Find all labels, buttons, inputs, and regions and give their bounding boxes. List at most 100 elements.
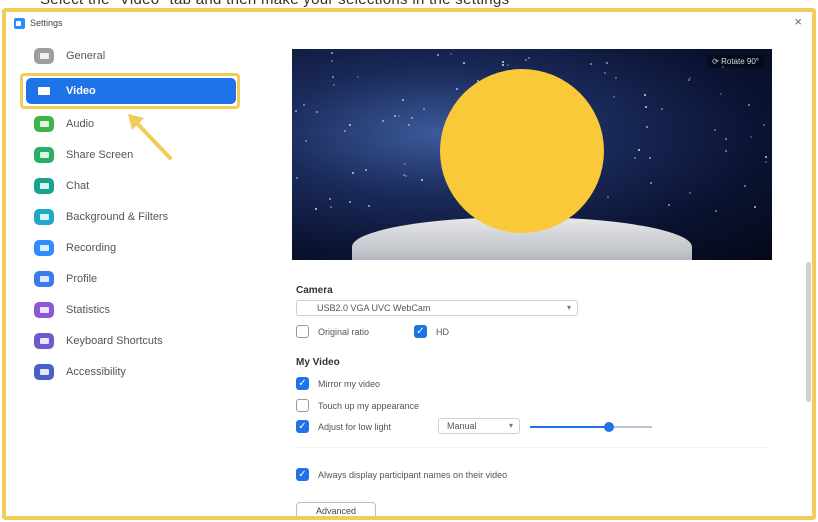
preview-star bbox=[613, 96, 615, 98]
mirror-video-checkbox[interactable] bbox=[296, 377, 309, 390]
preview-star bbox=[725, 150, 727, 152]
hd-checkbox[interactable] bbox=[414, 325, 427, 338]
preview-star bbox=[368, 205, 370, 207]
video-preview: ⟳ Rotate 90° bbox=[292, 49, 772, 260]
rotate-90-button[interactable]: ⟳ Rotate 90° bbox=[707, 55, 764, 68]
sidebar-item-profile[interactable]: Profile bbox=[26, 266, 236, 292]
low-light-slider[interactable] bbox=[530, 422, 652, 432]
original-ratio-label: Original ratio bbox=[318, 326, 370, 337]
recording-icon bbox=[34, 240, 54, 256]
preview-star bbox=[644, 94, 646, 96]
settings-window: Settings × General Video Audio Share Screen… bbox=[2, 8, 816, 520]
sidebar-item-keyboard-shortcuts[interactable]: Keyboard Shortcuts bbox=[26, 328, 236, 354]
low-light-slider-thumb[interactable] bbox=[604, 422, 615, 432]
preview-star bbox=[344, 130, 346, 132]
preview-star bbox=[423, 108, 425, 110]
preview-star bbox=[463, 62, 465, 64]
low-light-mode-select[interactable]: Manual ▾ bbox=[438, 418, 520, 434]
preview-star bbox=[315, 208, 317, 210]
low-light-checkbox[interactable] bbox=[296, 420, 309, 433]
original-ratio-option: Original ratio bbox=[296, 325, 369, 338]
video-settings-panel: ⟳ Rotate 90° Camera USB2.0 VGA UVC WebCa… bbox=[254, 34, 804, 516]
sidebar-item-video[interactable]: Video bbox=[26, 78, 236, 104]
preview-star bbox=[437, 54, 439, 56]
preview-star bbox=[349, 124, 351, 126]
preview-star bbox=[754, 206, 756, 208]
preview-star bbox=[763, 124, 765, 126]
mirror-option: Mirror my video bbox=[296, 377, 380, 390]
sidebar-item-recording[interactable]: Recording bbox=[26, 235, 236, 261]
preview-star bbox=[394, 115, 396, 117]
preview-star bbox=[714, 129, 716, 131]
preview-star bbox=[295, 110, 297, 112]
sidebar-item-label: Video bbox=[66, 85, 96, 97]
always-display-names-checkbox[interactable] bbox=[296, 468, 309, 481]
preview-star bbox=[765, 156, 767, 158]
preview-star bbox=[357, 76, 359, 78]
preview-star bbox=[748, 104, 750, 106]
video-camera-icon bbox=[34, 83, 54, 99]
face-redaction-circle bbox=[440, 69, 604, 233]
preview-star bbox=[750, 136, 752, 138]
preview-star bbox=[333, 84, 335, 86]
sidebar-item-statistics[interactable]: Statistics bbox=[26, 297, 236, 323]
preview-star bbox=[604, 72, 606, 74]
sidebar-item-background-filters[interactable]: Background & Filters bbox=[26, 204, 236, 230]
preview-star bbox=[352, 172, 354, 174]
preview-star bbox=[456, 88, 458, 90]
sidebar-item-accessibility[interactable]: Accessibility bbox=[26, 359, 236, 385]
low-light-option: Adjust for low light bbox=[296, 420, 391, 433]
sidebar-item-label: General bbox=[66, 50, 106, 62]
preview-star bbox=[744, 185, 746, 187]
close-button[interactable]: × bbox=[794, 15, 802, 29]
chevron-down-icon: ▾ bbox=[566, 303, 571, 312]
preview-star bbox=[606, 62, 608, 64]
sidebar-item-label: Profile bbox=[66, 273, 98, 285]
title-bar: Settings × bbox=[6, 12, 812, 34]
preview-star bbox=[330, 206, 332, 208]
preview-star bbox=[450, 53, 452, 55]
preview-star bbox=[507, 64, 509, 66]
top-caption: Select the "Video" tab and then make you… bbox=[40, 0, 509, 8]
original-ratio-checkbox[interactable] bbox=[296, 325, 309, 338]
preview-star bbox=[411, 117, 413, 119]
sidebar-item-label: Recording bbox=[66, 242, 117, 254]
preview-star bbox=[668, 204, 670, 206]
low-light-label: Adjust for low light bbox=[318, 421, 392, 432]
preview-star bbox=[332, 76, 334, 78]
camera-select[interactable]: USB2.0 VGA UVC WebCam ▾ bbox=[296, 300, 578, 316]
profile-icon bbox=[34, 271, 54, 287]
preview-star bbox=[528, 57, 530, 59]
preview-star bbox=[649, 157, 651, 159]
share-screen-icon bbox=[34, 147, 54, 163]
preview-star bbox=[331, 60, 333, 62]
preview-star bbox=[615, 77, 617, 79]
statistics-icon bbox=[34, 302, 54, 318]
preview-star bbox=[689, 77, 691, 79]
hd-label: HD bbox=[436, 326, 449, 337]
advanced-button[interactable]: Advanced bbox=[296, 502, 376, 516]
accessibility-icon bbox=[34, 364, 54, 380]
preview-star bbox=[365, 169, 367, 171]
preview-star bbox=[305, 140, 307, 142]
preview-star bbox=[720, 93, 722, 95]
preview-star bbox=[638, 149, 640, 151]
preview-star bbox=[398, 115, 400, 117]
hd-option: HD bbox=[414, 325, 449, 338]
always-names-option: Always display participant names on thei… bbox=[296, 468, 507, 481]
preview-star bbox=[502, 64, 504, 66]
preview-star bbox=[296, 177, 298, 179]
always-display-names-label: Always display participant names on thei… bbox=[318, 469, 508, 480]
sidebar-item-label: Audio bbox=[66, 118, 95, 130]
touch-up-label: Touch up my appearance bbox=[318, 400, 420, 411]
preview-star bbox=[590, 63, 592, 65]
sidebar-item-label: Share Screen bbox=[66, 149, 134, 161]
preview-star bbox=[634, 157, 636, 159]
preview-star bbox=[688, 79, 690, 81]
settings-scrollbar[interactable] bbox=[806, 262, 811, 402]
touch-up-checkbox[interactable] bbox=[296, 399, 309, 412]
preview-star bbox=[349, 201, 351, 203]
preview-star bbox=[331, 52, 333, 54]
sidebar-item-chat[interactable]: Chat bbox=[26, 173, 236, 199]
sidebar-item-general[interactable]: General bbox=[26, 43, 236, 69]
